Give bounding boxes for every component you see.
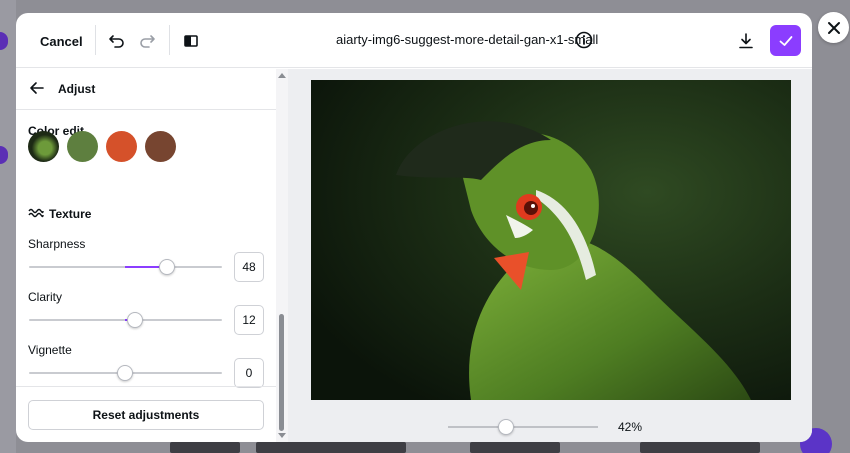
info-button[interactable] bbox=[574, 30, 594, 50]
panel-scrollbar[interactable] bbox=[276, 69, 288, 442]
sharpness-value[interactable]: 48 bbox=[234, 252, 264, 282]
close-icon bbox=[827, 21, 840, 34]
zoom-slider[interactable] bbox=[448, 426, 598, 428]
color-swatch[interactable] bbox=[145, 131, 176, 162]
panel-footer: Reset adjustments bbox=[16, 386, 276, 442]
panel-title: Adjust bbox=[58, 82, 96, 96]
color-swatch[interactable] bbox=[67, 131, 98, 162]
arrow-left-icon bbox=[30, 82, 44, 94]
check-icon bbox=[779, 35, 792, 46]
compare-button[interactable] bbox=[177, 27, 205, 55]
reset-adjustments-button[interactable]: Reset adjustments bbox=[28, 400, 264, 430]
texture-label: Texture bbox=[49, 207, 92, 221]
clarity-value[interactable]: 12 bbox=[234, 305, 264, 335]
back-button[interactable] bbox=[27, 79, 47, 99]
panel-header: Adjust bbox=[16, 69, 276, 110]
vignette-value[interactable]: 0 bbox=[234, 358, 264, 388]
download-button[interactable] bbox=[732, 27, 760, 55]
backdrop-sidebar bbox=[0, 0, 16, 453]
bird-photo bbox=[311, 80, 791, 400]
cancel-button[interactable]: Cancel bbox=[28, 27, 95, 55]
adjust-panel: Adjust Color edit Texture Sharpness 48 C… bbox=[16, 69, 288, 442]
divider bbox=[95, 25, 96, 55]
apply-button[interactable] bbox=[770, 25, 801, 56]
texture-icon bbox=[28, 208, 44, 218]
backdrop-thumb bbox=[640, 442, 760, 453]
compare-icon bbox=[184, 35, 198, 47]
file-title: aiarty-img6-suggest-more-detail-gan-x1-s… bbox=[336, 32, 599, 47]
sharpness-slider[interactable] bbox=[29, 266, 222, 268]
original-color-swatch[interactable] bbox=[28, 131, 59, 162]
undo-icon bbox=[109, 35, 124, 48]
vignette-label: Vignette bbox=[28, 343, 72, 357]
preview-photo bbox=[311, 80, 791, 400]
modal-header: Cancel aiarty-img6-suggest-more-detail-g… bbox=[16, 13, 812, 68]
edit-photo-modal: Cancel aiarty-img6-suggest-more-detail-g… bbox=[16, 13, 812, 442]
sharpness-slider-thumb[interactable] bbox=[159, 259, 175, 275]
sharpness-label: Sharpness bbox=[28, 237, 86, 251]
image-preview: 42% bbox=[288, 69, 812, 442]
redo-icon bbox=[140, 35, 155, 48]
scroll-down-arrow[interactable] bbox=[278, 433, 286, 438]
info-icon bbox=[575, 31, 593, 49]
clarity-slider-thumb[interactable] bbox=[127, 312, 143, 328]
redo-button[interactable] bbox=[133, 27, 161, 55]
backdrop-thumb bbox=[256, 442, 406, 453]
zoom-slider-thumb[interactable] bbox=[498, 419, 514, 435]
backdrop-thumb bbox=[470, 442, 560, 453]
clarity-label: Clarity bbox=[28, 290, 63, 304]
vignette-slider-thumb[interactable] bbox=[117, 365, 133, 381]
scroll-thumb[interactable] bbox=[279, 314, 284, 431]
zoom-value: 42% bbox=[618, 420, 643, 434]
color-swatch[interactable] bbox=[106, 131, 137, 162]
divider bbox=[169, 25, 170, 55]
clarity-slider[interactable] bbox=[29, 319, 222, 321]
backdrop-thumb bbox=[170, 442, 240, 453]
scroll-up-arrow[interactable] bbox=[278, 73, 286, 78]
undo-button[interactable] bbox=[103, 27, 131, 55]
download-icon bbox=[739, 33, 753, 49]
close-button[interactable] bbox=[818, 12, 849, 43]
